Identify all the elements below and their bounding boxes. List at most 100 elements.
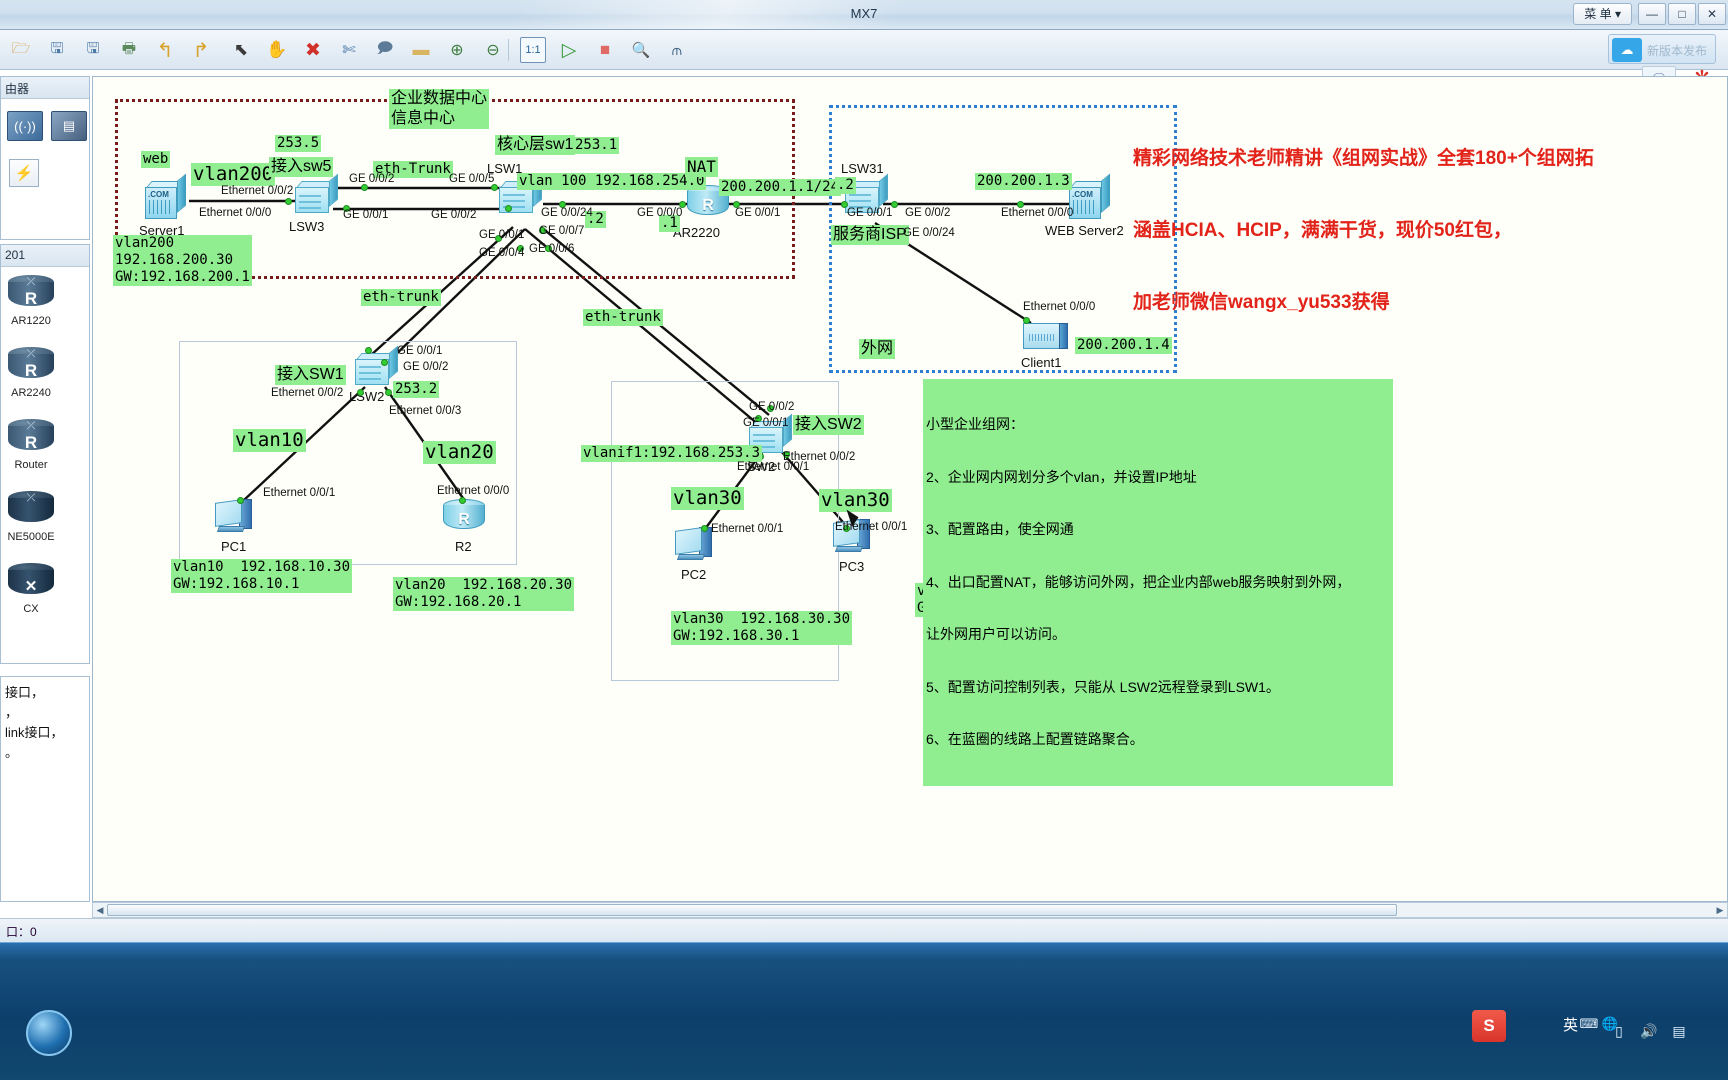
port-label: Ethernet 0/0/2 [221, 185, 294, 197]
action-center-icon[interactable]: ▤ [1666, 1018, 1692, 1044]
port-label: Ethernet 0/0/0 [437, 485, 510, 497]
green-label-253-1: 253.1 [573, 137, 620, 154]
windows-start-icon[interactable] [26, 1010, 72, 1056]
device-item-label: CX [23, 603, 39, 615]
device-description-panel: 接口， ， link接口， 。 [0, 676, 90, 902]
promo-line: 精彩网络技术老师精讲《组网实战》全套180+个组网拓 [1133, 148, 1594, 169]
requirements-line: 4、出口配置NAT，能够访问外网，把企业内部web服务映射到外网， [926, 573, 1351, 590]
green-label-pc2-info: vlan30 192.168.30.30 GW:192.168.30.1 [671, 611, 853, 645]
core-router-icon: ⤫ [8, 491, 54, 529]
ensp-cloud-icon: ☁ [1612, 38, 1642, 62]
port-label: GE 0/0/1 [847, 207, 893, 219]
link-endpoint [357, 389, 364, 396]
pan-tool-button[interactable]: ✋ [264, 37, 290, 63]
zoom-out-button[interactable]: ⊖ [480, 37, 506, 63]
device-category-header: 由器 [1, 77, 89, 99]
port-label: Ethernet 0/0/0 [199, 207, 272, 219]
main-toolbar: 🗁 🖫 🖫 🖶 ↰ ↱ ⬉ ✋ ✖ ✄ 🗩 ▬ ⊕ ⊖ 1:1 ▷ ■ 🔍 ⫙ [0, 30, 1728, 70]
scrollbar-thumb[interactable] [107, 904, 1397, 916]
delete-link-button[interactable]: ✄ [336, 37, 362, 63]
scroll-right-icon[interactable]: ▶ [1714, 904, 1726, 916]
green-label-sw5: 接入sw5 [269, 157, 334, 177]
node-r2[interactable]: R [443, 499, 485, 533]
zoom-in-button[interactable]: ⊕ [444, 37, 470, 63]
link-endpoint [361, 184, 368, 191]
port-label: Ethernet 0/0/1 [263, 487, 336, 499]
text-note-button[interactable]: 🗩 [372, 37, 398, 63]
print-button[interactable]: 🖶 [116, 37, 142, 63]
node-pc1[interactable] [215, 499, 255, 539]
zoom-reset-button[interactable]: 1:1 [520, 37, 546, 63]
scroll-left-icon[interactable]: ◀ [94, 904, 106, 916]
port-label: GE 0/0/7 [539, 225, 585, 237]
device-item-ar2240[interactable]: ⤫ R AR2240 [3, 347, 59, 399]
undo-button[interactable]: ↰ [152, 37, 178, 63]
rectangle-button[interactable]: ▬ [408, 37, 434, 63]
node-client1[interactable] [1023, 323, 1069, 353]
wireless-ap-icon[interactable]: ((·)) [7, 111, 43, 141]
port-label: GE 0/0/1 [479, 229, 525, 241]
device-item-router[interactable]: ⤫ R Router [3, 419, 59, 471]
topology-canvas[interactable]: 企业数据中心 信息中心 外网 .COM Server1 LSW3 LSW1 R … [92, 76, 1728, 902]
close-button[interactable]: ✕ [1698, 3, 1726, 25]
menu-button[interactable]: 菜 单 ▾ [1573, 3, 1632, 25]
device-description-text: 接口， ， link接口， 。 [1, 677, 89, 769]
device-item-label: AR1220 [11, 315, 51, 327]
desc-line: ， [5, 705, 19, 720]
green-label-vlan100: vlan 100 192.168.254.0 [517, 173, 707, 190]
maximize-button[interactable]: □ [1668, 3, 1696, 25]
ensp-update-label: 新版本发布 [1647, 44, 1708, 58]
capture-button[interactable]: 🔍 [628, 37, 654, 63]
promo-line: 涵盖HCIA、HCIP，满满干货，现价50红包， [1133, 220, 1512, 241]
delete-button[interactable]: ✖ [300, 37, 326, 63]
port-label: Ethernet 0/0/1 [711, 523, 784, 535]
port-label: GE 0/0/2 [403, 361, 449, 373]
link-endpoint [365, 347, 372, 354]
status-bar: 口：0 [0, 918, 1728, 942]
save-button[interactable]: 🖫 [44, 37, 70, 63]
windows-taskbar[interactable] [0, 942, 1728, 1080]
redo-button[interactable]: ↱ [188, 37, 214, 63]
power-tool-button[interactable]: ⚡ [9, 159, 39, 187]
requirements-title: 小型企业组网： [926, 416, 1024, 432]
toolbar-separator [508, 39, 509, 61]
node-server1[interactable]: .COM [145, 173, 187, 221]
status-text: 口：0 [6, 925, 37, 939]
topology-tree-button[interactable]: ⫙ [664, 37, 690, 63]
green-label-vlanif1: vlanif1:192.168.253.3 [581, 445, 763, 462]
router-icon: ⤫ R [8, 275, 54, 313]
green-label-253-5: 253.5 [275, 135, 322, 152]
device-category-panel: 由器 ((·)) ▤ ⚡ [0, 76, 90, 240]
open-button[interactable]: 🗁 [8, 37, 34, 63]
node-lsw3[interactable] [295, 173, 339, 215]
sogou-ime-icon[interactable]: S [1472, 1010, 1506, 1042]
green-label-core-sw1: 核心层sw1 [495, 135, 576, 155]
node-webserver2[interactable]: .COM [1069, 173, 1111, 221]
zone-label-external: 外网 [859, 339, 896, 359]
canvas-horizontal-scrollbar[interactable]: ◀ ▶ [92, 902, 1728, 918]
device-item-ar1220[interactable]: ⤫ R AR1220 [3, 275, 59, 327]
green-label-sw2: 接入SW2 [793, 415, 864, 435]
ime-language-label[interactable]: 英 [1563, 1014, 1578, 1035]
minimize-button[interactable]: — [1638, 3, 1666, 25]
volume-icon[interactable]: 🔊 [1636, 1018, 1662, 1044]
save-as-button[interactable]: 🖫 [80, 37, 106, 63]
device-list-header: 201 [1, 245, 89, 267]
select-tool-button[interactable]: ⬉ [228, 37, 254, 63]
green-label-pc1-info: vlan10 192.168.10.30 GW:192.168.10.1 [171, 559, 353, 593]
desc-line: 。 [5, 745, 19, 760]
port-label: GE 0/0/0 [637, 207, 683, 219]
firewall-icon[interactable]: ▤ [51, 111, 87, 141]
device-item-cx[interactable]: ✕ CX [3, 563, 59, 615]
start-all-button[interactable]: ▷ [556, 37, 582, 63]
ensp-update-badge[interactable]: ☁ 新版本发布 [1608, 34, 1716, 64]
green-label-eth-trunk-2: eth-trunk [361, 289, 441, 306]
stop-all-button[interactable]: ■ [592, 37, 618, 63]
ime-toolbar-icons[interactable]: ⌨ 🌐 [1579, 1016, 1618, 1032]
device-item-ne5000e[interactable]: ⤫ NE5000E [3, 491, 59, 543]
node-pc2[interactable] [675, 527, 715, 567]
title-bar: MX7 菜 单 ▾ — □ ✕ [0, 0, 1728, 30]
requirements-line: 2、企业网内网划分多个vlan，并设置IP地址 [926, 468, 1197, 485]
zone-label-enterprise: 企业数据中心 信息中心 [389, 89, 490, 129]
device-list-panel: 201 ⤫ R AR1220 ⤫ R AR2240 ⤫ R Router ⤫ N… [0, 244, 90, 664]
